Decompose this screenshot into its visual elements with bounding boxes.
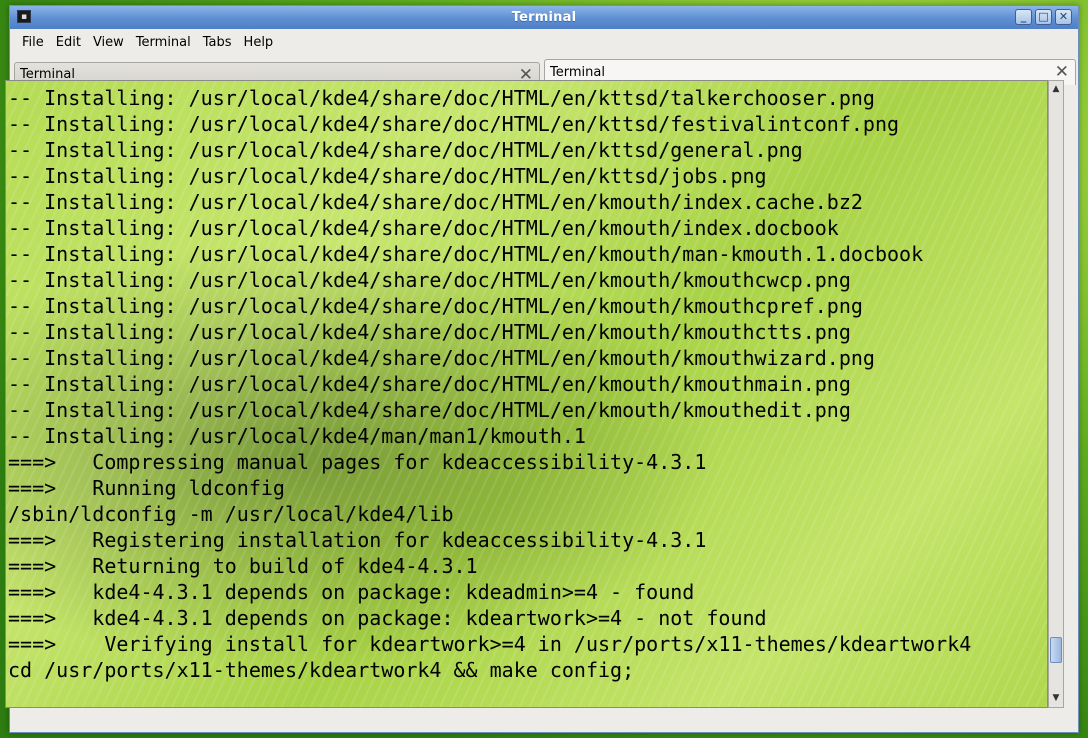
close-button[interactable]: ✕ bbox=[1055, 9, 1072, 25]
menu-view[interactable]: View bbox=[87, 35, 130, 50]
terminal-line: -- Installing: /usr/local/kde4/share/doc… bbox=[8, 294, 863, 318]
window-title: Terminal bbox=[511, 10, 577, 25]
terminal-line: -- Installing: /usr/local/kde4/man/man1/… bbox=[8, 424, 586, 448]
menu-edit[interactable]: Edit bbox=[50, 35, 87, 50]
terminal-line: /sbin/ldconfig -m /usr/local/kde4/lib bbox=[8, 502, 454, 526]
scroll-down-icon[interactable]: ▼ bbox=[1049, 691, 1063, 706]
terminal-line: -- Installing: /usr/local/kde4/share/doc… bbox=[8, 320, 851, 344]
scroll-up-icon[interactable]: ▲ bbox=[1049, 82, 1063, 97]
terminal-line: ===> kde4-4.3.1 depends on package: kdea… bbox=[8, 606, 767, 630]
vertical-scrollbar[interactable]: ▲ ▼ bbox=[1048, 80, 1064, 708]
terminal-line: -- Installing: /usr/local/kde4/share/doc… bbox=[8, 164, 767, 188]
terminal-line: ===> kde4-4.3.1 depends on package: kdea… bbox=[8, 580, 695, 604]
maximize-button[interactable]: □ bbox=[1035, 9, 1052, 25]
tab-label: Terminal bbox=[550, 65, 605, 80]
terminal-icon[interactable]: ▪ bbox=[17, 10, 31, 23]
terminal-line: -- Installing: /usr/local/kde4/share/doc… bbox=[8, 398, 851, 422]
terminal-line: ===> Running ldconfig bbox=[8, 476, 285, 500]
terminal-line: -- Installing: /usr/local/kde4/share/doc… bbox=[8, 242, 924, 266]
menu-tabs[interactable]: Tabs bbox=[197, 35, 238, 50]
menu-help[interactable]: Help bbox=[238, 35, 280, 50]
terminal-line: -- Installing: /usr/local/kde4/share/doc… bbox=[8, 268, 851, 292]
menu-bar: File Edit View Terminal Tabs Help bbox=[10, 29, 1078, 55]
terminal-output[interactable]: -- Installing: /usr/local/kde4/share/doc… bbox=[5, 80, 1048, 708]
terminal-line: -- Installing: /usr/local/kde4/share/doc… bbox=[8, 216, 839, 240]
terminal-line: -- Installing: /usr/local/kde4/share/doc… bbox=[8, 346, 875, 370]
terminal-line: cd /usr/ports/x11-themes/kdeartwork4 && … bbox=[8, 658, 635, 682]
terminal-line: ===> Compressing manual pages for kdeacc… bbox=[8, 450, 707, 474]
menu-file[interactable]: File bbox=[16, 35, 50, 50]
terminal-line: -- Installing: /usr/local/kde4/share/doc… bbox=[8, 86, 875, 110]
terminal-line: ===> Returning to build of kde4-4.3.1 bbox=[8, 554, 478, 578]
terminal-line: -- Installing: /usr/local/kde4/share/doc… bbox=[8, 138, 803, 162]
terminal-line: -- Installing: /usr/local/kde4/share/doc… bbox=[8, 112, 900, 136]
terminal-line: -- Installing: /usr/local/kde4/share/doc… bbox=[8, 190, 863, 214]
menu-terminal[interactable]: Terminal bbox=[130, 35, 197, 50]
terminal-line: ===> Verifying install for kdeartwork>=4… bbox=[8, 632, 972, 656]
terminal-line: -- Installing: /usr/local/kde4/share/doc… bbox=[8, 372, 851, 396]
title-bar[interactable]: ▪ Terminal _ □ ✕ bbox=[10, 6, 1078, 29]
terminal-line: ===> Registering installation for kdeacc… bbox=[8, 528, 707, 552]
terminal-text: -- Installing: /usr/local/kde4/share/doc… bbox=[6, 81, 1047, 683]
scrollbar-thumb[interactable] bbox=[1050, 637, 1062, 663]
minimize-button[interactable]: _ bbox=[1015, 9, 1032, 25]
window-controls: _ □ ✕ bbox=[1015, 9, 1072, 25]
close-icon[interactable]: ✕ bbox=[1055, 62, 1069, 82]
